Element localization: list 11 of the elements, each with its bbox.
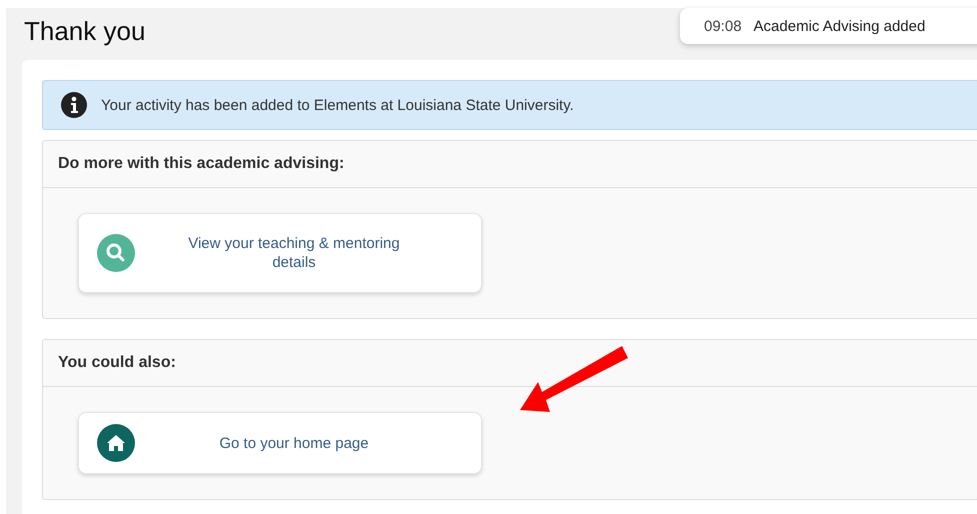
action-link[interactable]: View your teaching & mentoring details	[78, 213, 482, 293]
action-link[interactable]: Go to your home page	[78, 412, 482, 474]
toast-message: Academic Advising added	[754, 18, 926, 34]
home-icon	[97, 424, 135, 462]
panel-heading: Do more with this academic advising:	[58, 155, 344, 173]
search-icon	[97, 234, 135, 272]
panel-heading: You could also:	[58, 354, 176, 372]
toast-time: 09:08	[704, 18, 742, 34]
info-icon	[61, 92, 87, 118]
page-title: Thank you	[24, 15, 146, 48]
alert-message: Your activity has been added to Elements at Louisiana State University.	[101, 96, 574, 114]
